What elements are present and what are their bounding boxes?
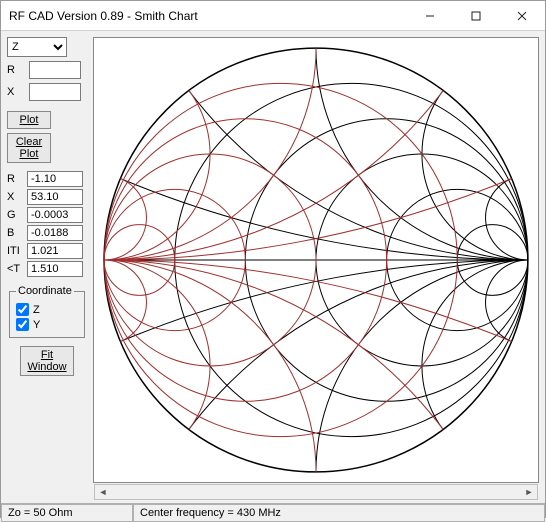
app-window: RF CAD Version 0.89 - Smith Chart Z R X — [0, 0, 546, 518]
smith-chart-canvas[interactable]: ◄ ► — [93, 37, 539, 483]
readout-angle-value: 1.510 — [27, 261, 83, 277]
readout-iti-label: ITI — [7, 245, 25, 257]
readout-iti-value: 1.021 — [27, 243, 83, 259]
plot-button[interactable]: Plot — [7, 111, 51, 129]
readout-b-value: -0.0188 — [27, 225, 83, 241]
r-input[interactable] — [29, 61, 81, 79]
readout-r-value: -1.10 — [27, 171, 83, 187]
fit-window-button[interactable]: Fit Window — [20, 346, 73, 376]
maximize-icon — [471, 11, 481, 21]
coord-y-label: Y — [33, 319, 40, 331]
coord-y-row[interactable]: Y — [16, 318, 78, 331]
maximize-button[interactable] — [453, 1, 499, 31]
readout-g-label: G — [7, 209, 25, 221]
scroll-left-arrow-icon[interactable]: ◄ — [95, 485, 111, 499]
x-input-label: X — [7, 86, 25, 98]
window-title: RF CAD Version 0.89 - Smith Chart — [9, 9, 407, 23]
smith-chart-svg — [94, 38, 538, 482]
readout-x-value: 53.10 — [27, 189, 83, 205]
close-icon — [517, 11, 527, 21]
chart-horizontal-scrollbar[interactable]: ◄ ► — [94, 484, 538, 500]
status-bar: Zo = 50 Ohm Center frequency = 430 MHz — [1, 503, 545, 522]
x-input[interactable] — [29, 83, 81, 101]
coord-z-label: Z — [33, 304, 40, 316]
side-panel: Z R X Plot Clear Plot R-1.10 X53.10 G-0.… — [1, 31, 93, 503]
r-input-label: R — [7, 64, 25, 76]
readout-b-label: B — [7, 227, 25, 239]
status-frequency: Center frequency = 430 MHz — [133, 504, 545, 522]
scroll-right-arrow-icon[interactable]: ► — [521, 485, 537, 499]
status-zo: Zo = 50 Ohm — [1, 504, 133, 522]
coord-z-checkbox[interactable] — [16, 303, 29, 316]
minimize-icon — [425, 11, 435, 21]
readout-g-value: -0.0003 — [27, 207, 83, 223]
readout-r-label: R — [7, 173, 25, 185]
mode-select[interactable]: Z — [7, 37, 67, 57]
coordinate-legend: Coordinate — [16, 285, 74, 297]
coord-z-row[interactable]: Z — [16, 303, 78, 316]
minimize-button[interactable] — [407, 1, 453, 31]
coord-y-checkbox[interactable] — [16, 318, 29, 331]
client-area: Z R X Plot Clear Plot R-1.10 X53.10 G-0.… — [1, 31, 545, 503]
titlebar: RF CAD Version 0.89 - Smith Chart — [1, 1, 545, 31]
coordinate-group: Coordinate Z Y — [9, 285, 85, 338]
close-button[interactable] — [499, 1, 545, 31]
clear-plot-button[interactable]: Clear Plot — [7, 133, 51, 163]
readout-x-label: X — [7, 191, 25, 203]
readout-angle-label: <T — [7, 263, 25, 275]
readouts: R-1.10 X53.10 G-0.0003 B-0.0188 ITI1.021… — [7, 171, 87, 277]
